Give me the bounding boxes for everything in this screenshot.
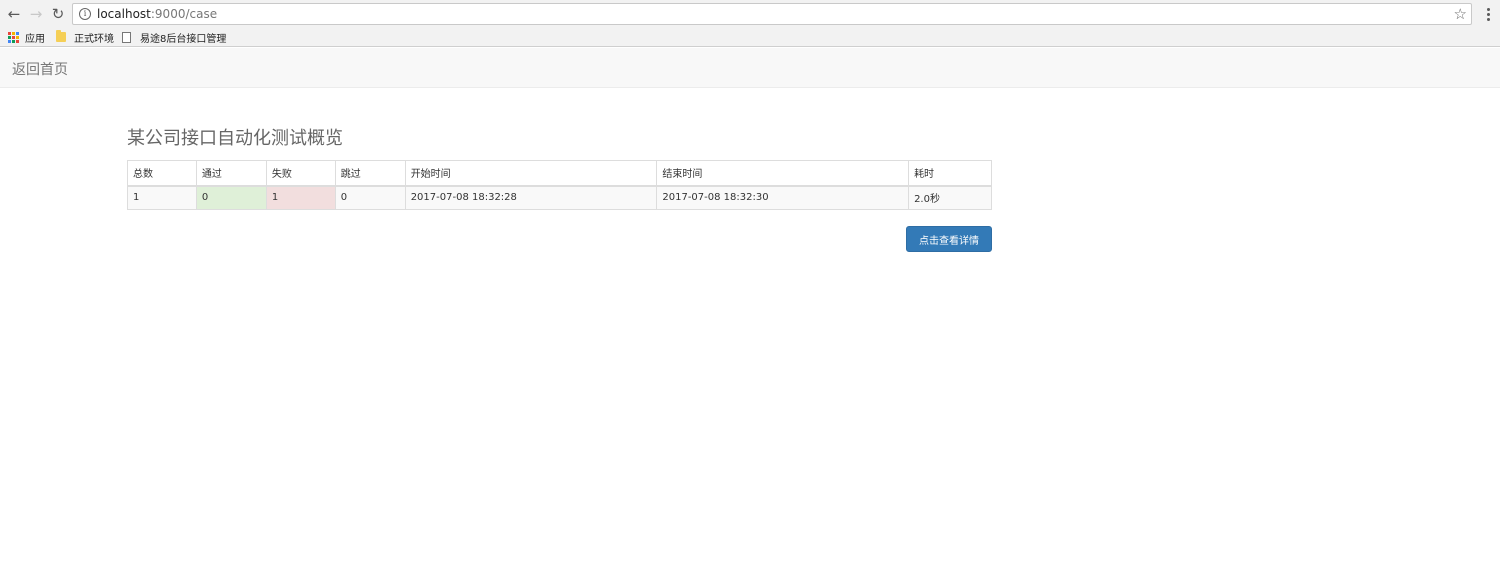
header-pass: 通过 (195, 160, 267, 187)
address-bar[interactable]: i localhost:9000/case ☆ (72, 3, 1472, 25)
header-fail: 失败 (265, 160, 336, 187)
cell-skip: 0 (334, 185, 406, 210)
table-header-row: 总数 通过 失败 跳过 开始时间 结束时间 耗时 (127, 160, 992, 187)
forward-icon[interactable]: → (26, 4, 46, 24)
bookmark-star-icon[interactable]: ☆ (1454, 5, 1467, 23)
url-path: :9000/case (150, 7, 218, 21)
cell-duration: 2.0秒 (908, 185, 992, 210)
apps-grid-icon (8, 31, 19, 43)
bookmark-apps[interactable]: 应用 (8, 29, 45, 45)
back-home-link[interactable]: 返回首页 (12, 59, 68, 79)
header-skip: 跳过 (334, 160, 406, 187)
back-icon[interactable]: ← (4, 4, 24, 24)
cell-fail: 1 (265, 185, 336, 210)
reload-icon[interactable]: ↻ (48, 4, 68, 24)
cell-end-time: 2017-07-08 18:32:30 (656, 185, 910, 210)
url-host: localhost (97, 7, 151, 21)
page-icon (122, 31, 131, 43)
page-title: 某公司接口自动化测试概览 (127, 128, 343, 149)
browser-toolbar: ← → ↻ i localhost:9000/case ☆ (0, 0, 1500, 28)
view-details-button[interactable]: 点击查看详情 (906, 226, 992, 252)
bookmark-prod-env[interactable]: 正式环境 (56, 29, 114, 45)
header-start-time: 开始时间 (404, 160, 658, 187)
folder-icon (56, 30, 66, 42)
table-row: 1 0 1 0 2017-07-08 18:32:28 2017-07-08 1… (127, 185, 992, 210)
url-text: localhost:9000/case (97, 7, 217, 21)
header-duration: 耗时 (908, 160, 992, 187)
bookmark-label: 易途8后台接口管理 (140, 33, 227, 45)
cell-start-time: 2017-07-08 18:32:28 (404, 185, 658, 210)
bookmark-apps-label: 应用 (25, 33, 45, 45)
bookmark-api-admin[interactable]: 易途8后台接口管理 (122, 29, 226, 45)
info-icon[interactable]: i (79, 8, 91, 20)
navbar: 返回首页 (0, 48, 1500, 88)
summary-table: 总数 通过 失败 跳过 开始时间 结束时间 耗时 1 0 1 0 2017-07… (127, 160, 992, 210)
cell-pass: 0 (195, 185, 267, 210)
bookmarks-bar: 应用 正式环境 易途8后台接口管理 (0, 28, 1500, 47)
browser-menu-icon[interactable] (1482, 4, 1494, 24)
header-end-time: 结束时间 (656, 160, 910, 187)
bookmark-label: 正式环境 (74, 33, 114, 45)
cell-total: 1 (127, 185, 197, 210)
header-total: 总数 (127, 160, 197, 187)
